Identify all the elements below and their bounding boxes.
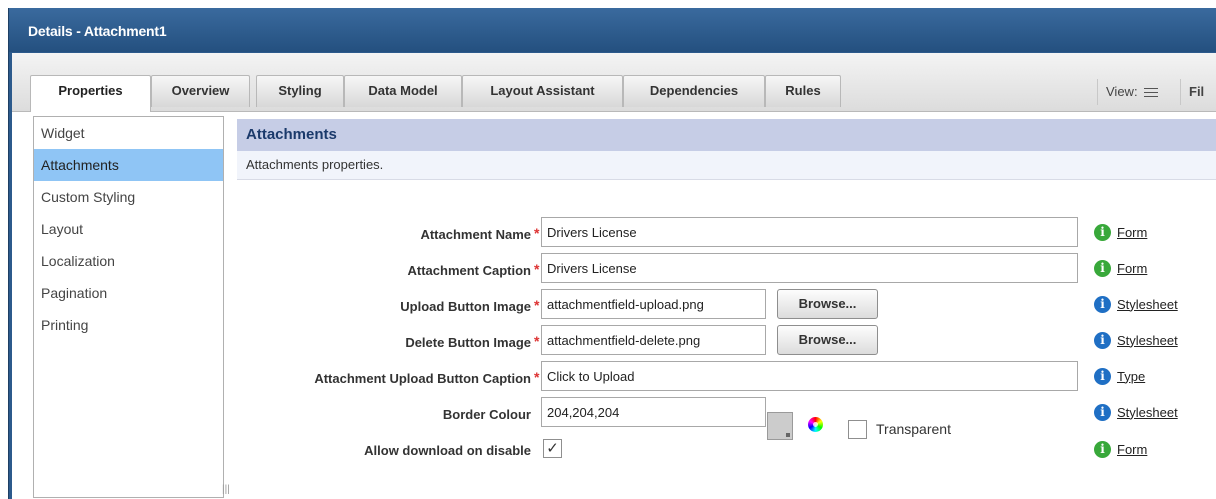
required-icon: *: [534, 333, 540, 349]
info-icon: i: [1094, 259, 1111, 277]
tab-layout-assistant[interactable]: Layout Assistant: [462, 75, 623, 107]
info-icon: i: [1094, 367, 1111, 385]
required-icon: *: [534, 261, 540, 277]
upload-image-help: i Stylesheet: [1094, 294, 1178, 314]
required-icon: *: [534, 297, 540, 313]
info-icon: i: [1094, 331, 1111, 349]
nav-item-localization[interactable]: Localization: [34, 245, 223, 277]
required-icon: *: [534, 225, 540, 241]
upload-image-label: Upload Button Image: [400, 299, 531, 314]
allow-download-label: Allow download on disable: [364, 443, 531, 458]
tab-rules[interactable]: Rules: [765, 75, 841, 107]
stylesheet-link[interactable]: Stylesheet: [1117, 333, 1178, 348]
allow-download-checkbox[interactable]: ✓: [543, 439, 562, 458]
delete-image-help: i Stylesheet: [1094, 330, 1178, 350]
info-icon: i: [1094, 440, 1111, 458]
form-link[interactable]: Form: [1117, 261, 1147, 276]
stylesheet-link[interactable]: Stylesheet: [1117, 297, 1178, 312]
upload-caption-label: Attachment Upload Button Caption: [314, 371, 531, 386]
menu-icon: [1144, 85, 1159, 100]
nav-item-printing[interactable]: Printing: [34, 309, 223, 341]
nav-item-custom-styling[interactable]: Custom Styling: [34, 181, 223, 213]
colour-swatch[interactable]: [767, 412, 793, 440]
upload-browse-button[interactable]: Browse...: [777, 289, 878, 319]
allow-download-help: i Form: [1094, 439, 1147, 459]
border-colour-label: Border Colour: [442, 407, 531, 422]
info-icon: i: [1094, 223, 1111, 241]
attachment-caption-label: Attachment Caption: [407, 263, 532, 278]
tab-properties[interactable]: Properties: [30, 75, 151, 112]
nav-item-pagination[interactable]: Pagination: [34, 277, 223, 309]
type-link[interactable]: Type: [1117, 369, 1145, 384]
tab-dependencies[interactable]: Dependencies: [623, 75, 765, 107]
tab-data-model[interactable]: Data Model: [344, 75, 462, 107]
tab-styling[interactable]: Styling: [256, 75, 344, 107]
colour-wheel-icon[interactable]: [808, 417, 823, 432]
delete-image-label: Delete Button Image: [405, 335, 531, 350]
nav-item-attachments[interactable]: Attachments: [34, 149, 223, 181]
view-selector[interactable]: View:: [1097, 79, 1159, 105]
window-title: Details - Attachment1: [28, 23, 167, 39]
section-title: Attachments: [237, 119, 1216, 151]
transparent-checkbox[interactable]: [848, 420, 867, 439]
tab-overview[interactable]: Overview: [151, 75, 250, 107]
filter-button[interactable]: Fil: [1180, 79, 1204, 105]
attachment-name-label: Attachment Name: [420, 227, 531, 242]
border-colour-help: i Stylesheet: [1094, 402, 1178, 422]
info-icon: i: [1094, 403, 1111, 421]
details-window: Details - Attachment1 Properties Overvie…: [8, 8, 1216, 499]
window-content: Properties Overview Styling Data Model L…: [12, 53, 1216, 499]
attachment-caption-help: i Form: [1094, 258, 1147, 278]
nav-item-layout[interactable]: Layout: [34, 213, 223, 245]
view-label: View:: [1106, 84, 1138, 99]
section-description: Attachments properties.: [237, 151, 1216, 180]
delete-image-field[interactable]: attachmentfield-delete.png: [541, 325, 766, 355]
info-icon: i: [1094, 295, 1111, 313]
attachment-caption-field[interactable]: Drivers License: [541, 253, 1078, 283]
transparent-label: Transparent: [876, 421, 951, 437]
delete-browse-button[interactable]: Browse...: [777, 325, 878, 355]
form-link[interactable]: Form: [1117, 442, 1147, 457]
required-icon: *: [534, 369, 540, 385]
upload-caption-field[interactable]: Click to Upload: [541, 361, 1078, 391]
attachment-name-help: i Form: [1094, 222, 1147, 242]
window-titlebar[interactable]: Details - Attachment1: [9, 8, 1216, 52]
border-colour-field[interactable]: 204,204,204: [541, 397, 766, 427]
upload-image-field[interactable]: attachmentfield-upload.png: [541, 289, 766, 319]
stylesheet-link[interactable]: Stylesheet: [1117, 405, 1178, 420]
nav-item-widget[interactable]: Widget: [34, 117, 223, 149]
attachment-name-field[interactable]: Drivers License: [541, 217, 1078, 247]
resize-grip-icon[interactable]: |||: [222, 484, 230, 495]
upload-caption-help: i Type: [1094, 366, 1145, 386]
form-link[interactable]: Form: [1117, 225, 1147, 240]
property-nav: Widget Attachments Custom Styling Layout…: [33, 116, 230, 498]
tab-bar: Properties Overview Styling Data Model L…: [12, 53, 1216, 112]
